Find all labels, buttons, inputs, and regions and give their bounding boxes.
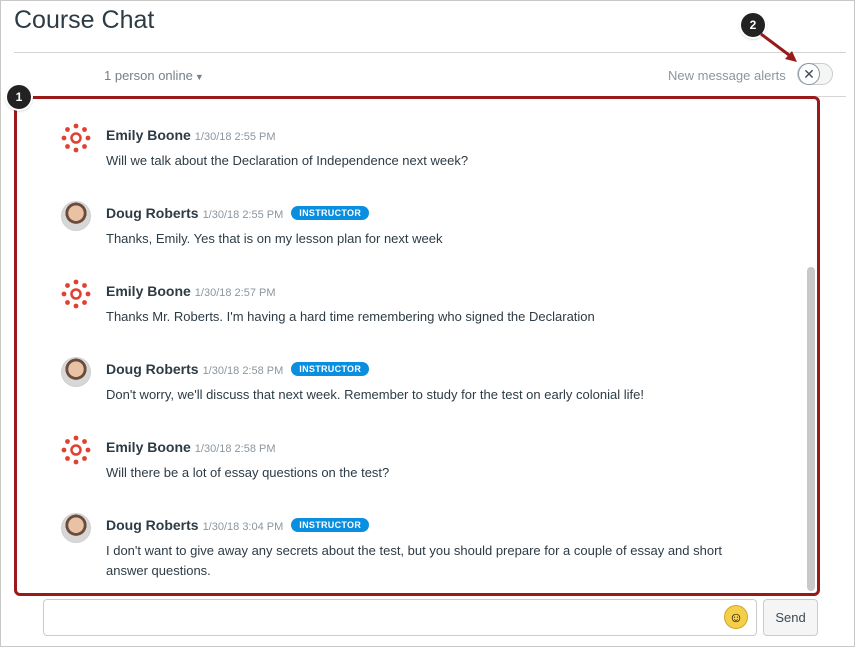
canvas-logo-avatar: [60, 434, 92, 466]
caret-down-icon: ▼: [194, 72, 204, 82]
message-meta: Emily Boone 1/30/18 2:55 PM: [106, 127, 276, 145]
message-text: Will we talk about the Declaration of In…: [106, 153, 469, 168]
message-timestamp: 1/30/18 2:58 PM: [202, 365, 284, 377]
message-timestamp: 1/30/18 2:57 PM: [194, 287, 276, 299]
sender-name[interactable]: Emily Boone: [106, 439, 191, 455]
message-meta: Doug Roberts 1/30/18 3:04 PM INSTRUCTOR: [106, 517, 370, 535]
message-list[interactable]: Emily Boone 1/30/18 2:55 PM Will we talk a…: [14, 96, 820, 596]
message-timestamp: 1/30/18 2:55 PM: [194, 131, 276, 143]
message-meta: Emily Boone 1/30/18 2:57 PM: [106, 283, 276, 301]
message-input[interactable]: ☺: [43, 599, 757, 636]
message-timestamp: 1/30/18 2:58 PM: [194, 443, 276, 455]
online-users-dropdown[interactable]: 1 person online ▼: [104, 68, 204, 83]
message-meta: Emily Boone 1/30/18 2:58 PM: [106, 439, 276, 457]
message-text: Don't worry, we'll discuss that next wee…: [106, 387, 644, 402]
message-text: I don't want to give away any secrets ab…: [106, 543, 723, 578]
user-photo-avatar: [61, 357, 91, 387]
canvas-logo-avatar: [60, 122, 92, 154]
message-text: Thanks Mr. Roberts. I'm having a hard ti…: [106, 309, 595, 324]
online-status-label: 1 person online: [104, 68, 193, 83]
page-title: Course Chat: [14, 6, 155, 34]
sender-name[interactable]: Doug Roberts: [106, 517, 199, 533]
role-badge: INSTRUCTOR: [291, 362, 370, 376]
sender-name[interactable]: Doug Roberts: [106, 205, 199, 221]
sender-name[interactable]: Emily Boone: [106, 283, 191, 299]
alerts-label: New message alerts: [668, 68, 786, 83]
message-text: Will there be a lot of essay questions o…: [106, 465, 390, 480]
sender-name[interactable]: Emily Boone: [106, 127, 191, 143]
message-meta: Doug Roberts 1/30/18 2:55 PM INSTRUCTOR: [106, 205, 370, 223]
role-badge: INSTRUCTOR: [291, 518, 370, 532]
user-photo-avatar: [61, 201, 91, 231]
message-meta: Doug Roberts 1/30/18 2:58 PM INSTRUCTOR: [106, 361, 370, 379]
divider: [14, 52, 846, 53]
send-button[interactable]: Send: [763, 599, 818, 636]
message-text: Thanks, Emily. Yes that is on my lesson …: [106, 231, 443, 246]
callout-arrow: [760, 32, 797, 62]
message-timestamp: 1/30/18 2:55 PM: [202, 209, 284, 221]
canvas-logo-avatar: [60, 278, 92, 310]
smiley-icon[interactable]: ☺: [724, 605, 748, 629]
sender-name[interactable]: Doug Roberts: [106, 361, 199, 377]
message-timestamp: 1/30/18 3:04 PM: [202, 521, 284, 533]
user-photo-avatar: [61, 513, 91, 543]
scrollbar[interactable]: [807, 267, 815, 591]
callout-1: 1: [7, 85, 31, 109]
role-badge: INSTRUCTOR: [291, 206, 370, 220]
